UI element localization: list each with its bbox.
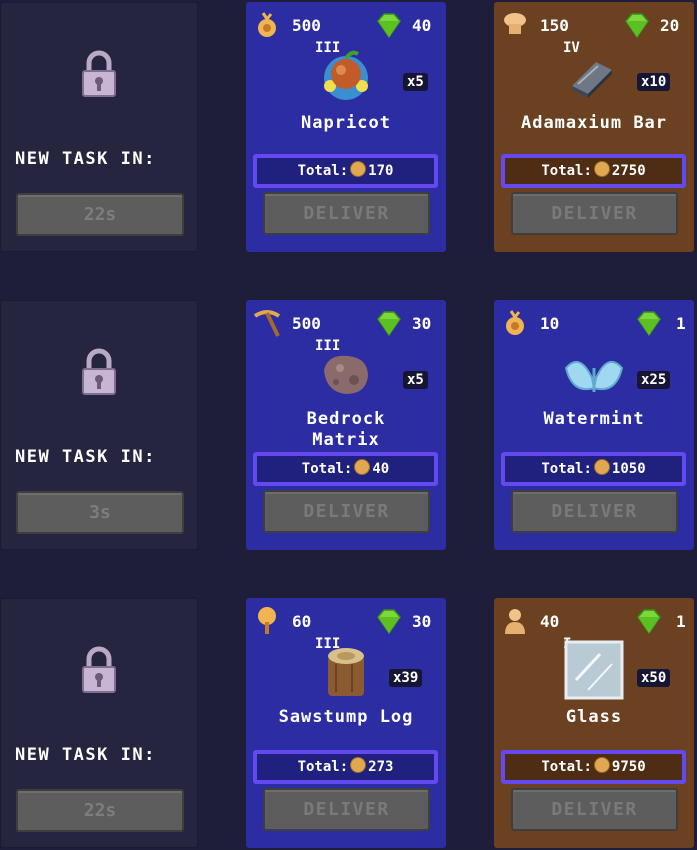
total-label: Total: — [541, 163, 592, 179]
new-task-label: NEW TASK IN: — [15, 149, 156, 169]
total-label: Total: — [297, 759, 349, 775]
gem-icon — [377, 609, 401, 635]
countdown-timer: 22s — [16, 789, 184, 832]
item-name: Napricot — [301, 113, 391, 133]
quantity-badge: x10 — [637, 73, 671, 91]
gem-reward: 40 — [412, 16, 432, 35]
quantity-badge: x39 — [389, 669, 423, 687]
napricot-item-image — [324, 50, 368, 100]
gem-reward: 20 — [660, 16, 680, 35]
total-value: 1050 — [611, 461, 646, 477]
skill-requirement: 40 — [540, 612, 560, 631]
glass-item-image — [564, 640, 624, 700]
bedrock-matrix-item-image — [324, 355, 368, 394]
coin-icon — [593, 757, 610, 773]
pickaxe-icon — [253, 310, 281, 337]
quantity-badge: x5 — [403, 371, 428, 389]
total-value: 9750 — [611, 759, 646, 775]
countdown-timer: 22s — [16, 193, 184, 236]
total-reward: Total: 273 — [253, 750, 438, 784]
tree-icon — [258, 607, 276, 634]
deliver-button[interactable]: DELIVER — [263, 192, 430, 235]
total-reward: Total: 9750 — [501, 750, 686, 784]
total-reward: Total: 2750 — [501, 154, 686, 188]
new-task-label: NEW TASK IN: — [15, 745, 156, 765]
adamaxium-bar-item-image — [572, 62, 612, 98]
skill-requirement: 500 — [292, 16, 321, 35]
item-name: Watermint — [543, 409, 645, 429]
skill-requirement: 60 — [292, 612, 312, 631]
new-task-label: NEW TASK IN: — [15, 447, 156, 467]
lock-icon — [82, 50, 116, 97]
lock-icon — [82, 348, 116, 395]
quantity-badge: x50 — [637, 669, 671, 687]
coin-icon — [350, 757, 367, 773]
harvest-icon — [506, 310, 524, 335]
total-reward: Total: 1050 — [501, 452, 686, 486]
gem-reward: 1 — [676, 612, 686, 631]
item-name: Adamaxium Bar — [520, 113, 668, 133]
skill-requirement: 150 — [540, 16, 569, 35]
tier-label: IV — [563, 40, 580, 56]
gem-reward: 30 — [412, 612, 432, 631]
coin-icon — [593, 161, 610, 177]
task-card-bedrock-matrix: 500 30 III x5 Bedrock Matrix Total: 40 DE… — [246, 300, 446, 550]
item-name: Sawstump Log — [278, 707, 414, 727]
total-reward: Total: 170 — [253, 154, 438, 188]
item-name: Bedrock Matrix — [306, 409, 386, 450]
total-label: Total: — [301, 461, 353, 477]
gem-icon — [377, 311, 401, 337]
deliver-button[interactable]: DELIVER — [511, 788, 678, 831]
coin-icon — [593, 459, 610, 475]
deliver-button[interactable]: DELIVER — [263, 490, 430, 533]
locked-task-slot: NEW TASK IN: 22s — [0, 598, 198, 848]
total-label: Total: — [541, 759, 592, 775]
gem-icon — [637, 311, 661, 337]
total-label: Total: — [541, 461, 592, 477]
quantity-badge: x5 — [403, 73, 428, 91]
chef-icon — [504, 13, 526, 34]
task-card-sawstump-log: 60 30 III x39 Sawstump Log Total: 273 DEL… — [246, 598, 446, 848]
total-value: 40 — [372, 461, 390, 477]
task-card-glass: 40 1 I x50 Glass Total:9750 DELIVER — [494, 598, 694, 848]
deliver-button[interactable]: DELIVER — [263, 788, 430, 831]
gem-icon — [625, 13, 649, 39]
bust-icon — [505, 609, 525, 634]
total-value: 273 — [368, 759, 394, 775]
harvest-icon — [258, 12, 276, 37]
task-card-adamaxium-bar: 150 20 IV x10 Adamaxium Bar Total: 2750 D… — [494, 2, 694, 252]
skill-requirement: 10 — [540, 314, 560, 333]
total-value: 2750 — [611, 163, 646, 179]
locked-task-slot: NEW TASK IN: 22s — [0, 2, 198, 252]
quantity-badge: x25 — [637, 371, 671, 389]
deliver-button[interactable]: DELIVER — [511, 192, 678, 235]
gem-icon — [377, 13, 401, 39]
task-card-napricot: 500 40 III x5 Napricot Total: 170 DELIVER — [246, 2, 446, 252]
gem-reward: 30 — [412, 314, 432, 333]
total-value: 170 — [368, 163, 394, 179]
task-card-watermint: 10 1 x25 Watermint Total: 1050 DELIVER — [494, 300, 694, 550]
total-reward: Total: 40 — [253, 452, 438, 486]
lock-icon — [82, 646, 116, 693]
coin-icon — [350, 161, 367, 177]
gem-icon — [637, 609, 661, 635]
coin-icon — [354, 459, 371, 475]
total-label: Total: — [297, 163, 349, 179]
sawstump-log-item-image — [328, 648, 364, 696]
countdown-timer: 3s — [16, 491, 184, 534]
item-name: Glass — [565, 707, 623, 727]
locked-task-slot: NEW TASK IN: 3s — [0, 300, 198, 550]
gem-reward: 1 — [676, 314, 686, 333]
deliver-button[interactable]: DELIVER — [511, 490, 678, 533]
skill-requirement: 500 — [292, 314, 321, 333]
watermint-item-image — [564, 360, 624, 392]
